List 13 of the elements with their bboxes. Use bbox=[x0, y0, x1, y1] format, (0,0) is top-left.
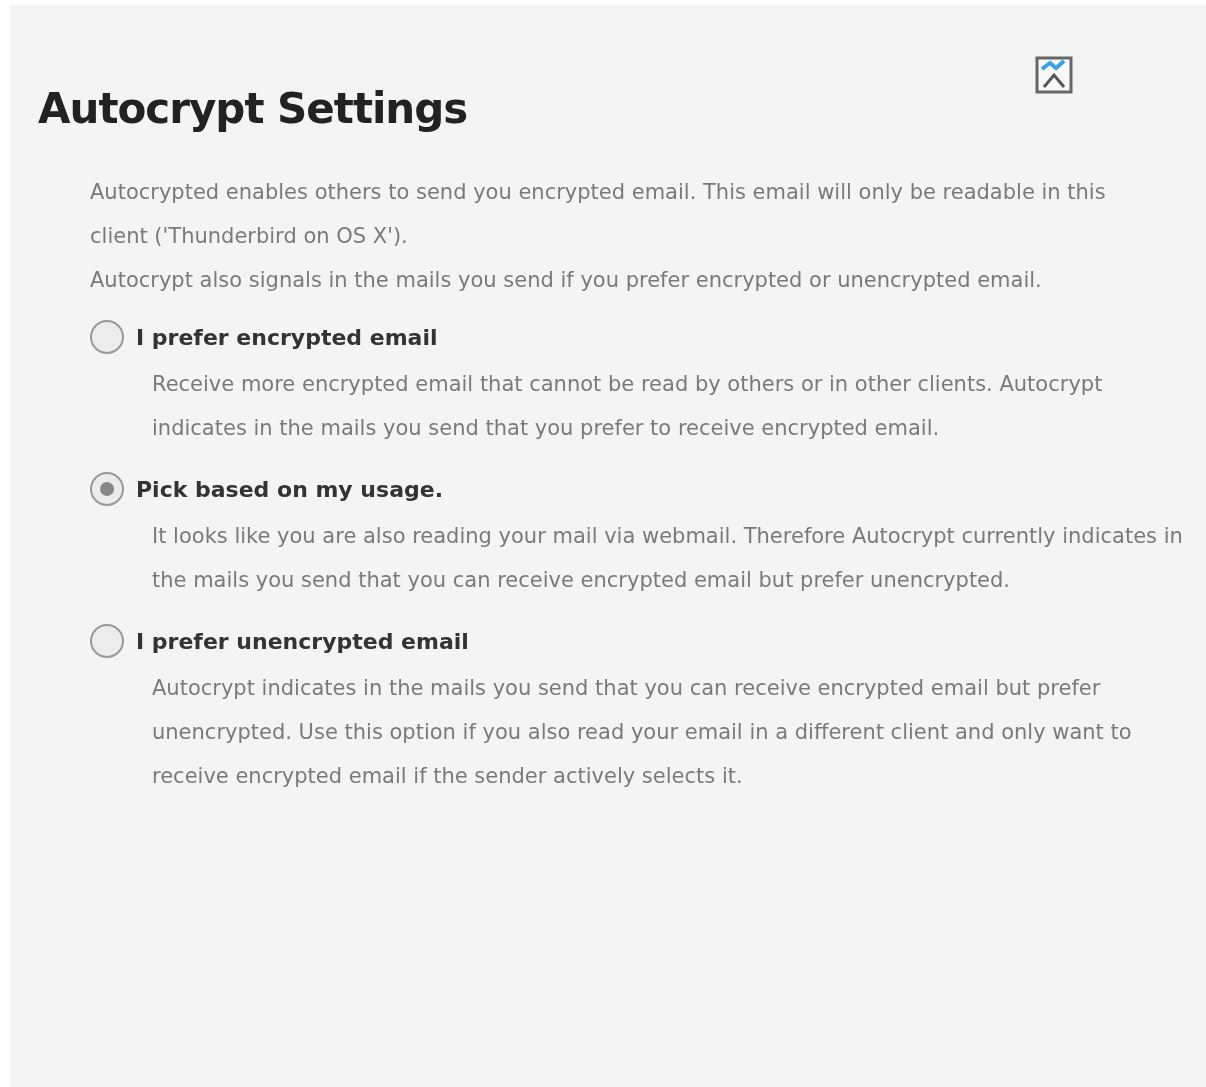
option-description: Receive more encrypted email that cannot be read by others or in other clients. Autocrypt indicates in the mails you send that you prefer to receive encrypted email. bbox=[151, 371, 1104, 442]
broken-image-icon bbox=[1034, 55, 1074, 95]
radio-option[interactable]: I prefer unencrypted email bbox=[90, 616, 469, 666]
intro-text: Autocrypt also signals in the mails you send if you prefer encrypted or unencrypted email. bbox=[90, 267, 1043, 294]
radio-button[interactable] bbox=[90, 320, 124, 354]
radio-option[interactable]: I prefer encrypted email bbox=[90, 312, 438, 362]
radio-option[interactable]: Pick based on my usage. bbox=[90, 464, 443, 514]
radio-button[interactable] bbox=[90, 624, 124, 658]
intro-text: Autocrypted enables others to send you encrypted email. This email will only be readable in this client ('Thunderbird on OS X'). bbox=[90, 179, 1107, 250]
radio-button[interactable] bbox=[90, 472, 124, 506]
option-description: It looks like you are also reading your mail via webmail. Therefore Autocrypt currently indicates in the mails you send that you can receive encrypted email but prefer unencrypted. bbox=[151, 523, 1184, 594]
page-title: Autocrypt Settings bbox=[38, 83, 468, 135]
option-description: Autocrypt indicates in the mails you send that you can receive encrypted email but prefer unencrypted. Use this option if you also read your email in a different client and only want to receive encrypted email if the sender actively selects it. bbox=[151, 675, 1133, 790]
